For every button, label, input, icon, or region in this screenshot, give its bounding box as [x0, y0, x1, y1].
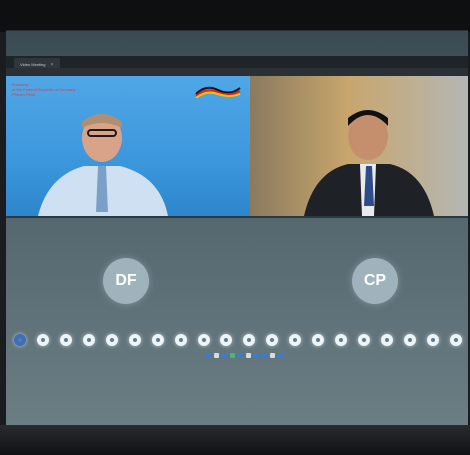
reaction-icon[interactable]	[128, 334, 141, 346]
taskbar-icon[interactable]	[230, 352, 235, 358]
banner-line: Phnom Penh	[12, 92, 36, 97]
projector-frame-bottom	[0, 425, 470, 455]
taskbar-icon[interactable]	[262, 352, 267, 358]
avatar-initials: DF	[115, 272, 137, 289]
taskbar-icon[interactable]	[278, 352, 283, 358]
reaction-icon[interactable]	[14, 334, 26, 346]
taskbar-icon[interactable]	[238, 352, 243, 358]
reaction-icon[interactable]	[220, 334, 233, 346]
taskbar-icon[interactable]	[206, 352, 211, 358]
reaction-icon[interactable]	[426, 334, 439, 346]
address-bar[interactable]: meeting	[6, 68, 468, 82]
reaction-bar	[14, 332, 462, 348]
reaction-icon[interactable]	[381, 334, 393, 346]
reaction-icon[interactable]	[243, 334, 256, 346]
reaction-icon[interactable]	[312, 334, 325, 346]
video-tile-df[interactable]: Embassy of the Federal Republic of Germa…	[6, 76, 250, 216]
reaction-icon[interactable]	[36, 334, 49, 346]
taskbar-icon[interactable]	[214, 352, 219, 358]
video-tile-cp[interactable]	[250, 76, 468, 216]
reaction-icon[interactable]	[358, 334, 371, 346]
projector-frame-top	[0, 0, 470, 32]
participant-video-df	[38, 114, 168, 216]
tab-title: Video Meeting	[20, 62, 46, 67]
taskbar	[206, 351, 283, 359]
reaction-icon[interactable]	[335, 334, 348, 346]
tile-divider	[6, 216, 468, 218]
reaction-icon[interactable]	[174, 334, 187, 346]
reaction-icon[interactable]	[449, 334, 462, 346]
reaction-icon[interactable]	[197, 334, 210, 346]
avatar-cp[interactable]: CP	[352, 258, 398, 304]
avatar-df[interactable]: DF	[103, 258, 149, 304]
reaction-icon[interactable]	[105, 334, 118, 346]
reaction-icon[interactable]	[82, 334, 95, 346]
participant-video-cp	[304, 110, 434, 216]
taskbar-icon[interactable]	[246, 352, 251, 358]
embassy-banner: Embassy of the Federal Republic of Germa…	[12, 82, 75, 97]
reaction-icon[interactable]	[151, 334, 164, 346]
reaction-icon[interactable]	[266, 334, 279, 346]
taskbar-icon[interactable]	[254, 352, 259, 358]
reaction-icon[interactable]	[59, 334, 72, 346]
taskbar-icon[interactable]	[222, 352, 227, 358]
reaction-icon[interactable]	[289, 334, 302, 346]
avatar-initials: CP	[363, 272, 387, 289]
taskbar-icon[interactable]	[270, 352, 275, 358]
reaction-icon[interactable]	[403, 334, 416, 346]
flag-icon	[195, 86, 241, 98]
